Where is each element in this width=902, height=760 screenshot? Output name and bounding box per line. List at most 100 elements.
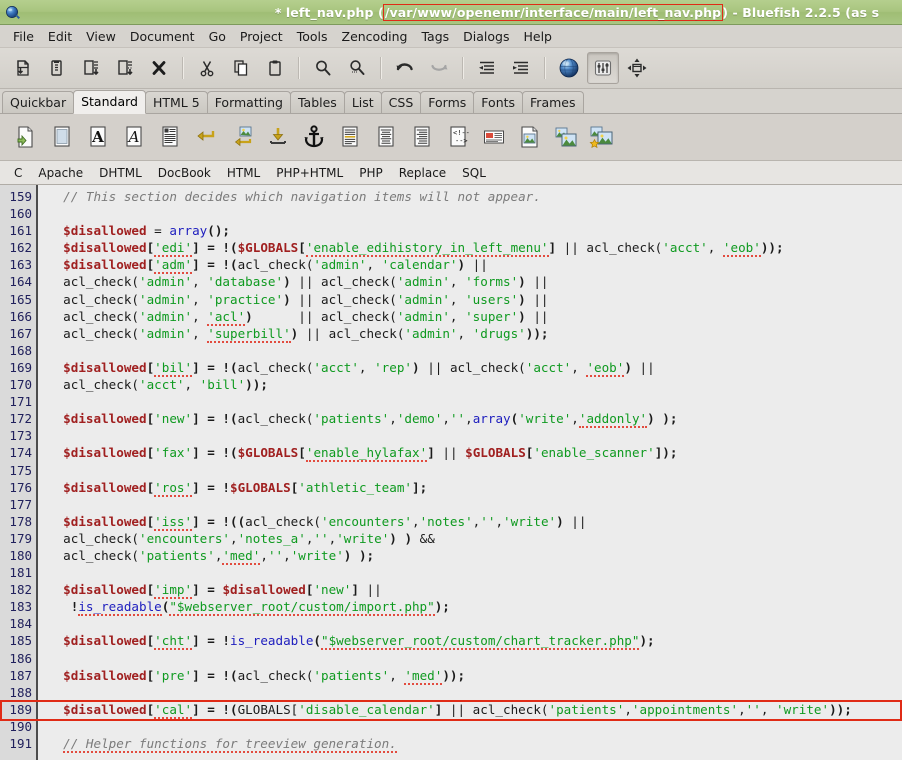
anchor-icon[interactable] xyxy=(297,119,331,155)
quickstart-icon[interactable] xyxy=(9,119,43,155)
code-line[interactable]: $disallowed = array(); xyxy=(48,222,902,239)
new-file-icon[interactable] xyxy=(7,52,39,84)
save-file-icon[interactable] xyxy=(75,52,107,84)
email-icon[interactable] xyxy=(477,119,511,155)
save-as-icon[interactable] xyxy=(109,52,141,84)
code-token: , xyxy=(192,274,208,290)
tab-fonts[interactable]: Fonts xyxy=(473,91,524,113)
menu-zencoding[interactable]: Zencoding xyxy=(335,27,415,46)
code-line[interactable]: acl_check('admin', 'database') || acl_ch… xyxy=(48,273,902,290)
undo-icon[interactable] xyxy=(389,52,421,84)
menu-tools[interactable]: Tools xyxy=(290,27,335,46)
body-icon[interactable] xyxy=(45,119,79,155)
search-icon[interactable] xyxy=(307,52,339,84)
multi-thumbnail-icon[interactable] xyxy=(585,119,619,155)
image-icon[interactable] xyxy=(513,119,547,155)
menu-project[interactable]: Project xyxy=(233,27,290,46)
thumbnail-icon[interactable] xyxy=(549,119,583,155)
code-line[interactable] xyxy=(48,427,902,444)
align-left-icon[interactable] xyxy=(333,119,367,155)
fullscreen-icon[interactable] xyxy=(621,52,653,84)
code-line[interactable]: acl_check('patients','med','','write') )… xyxy=(48,547,902,565)
code-line[interactable]: acl_check('admin', 'practice') || acl_ch… xyxy=(48,291,902,308)
unindent-icon[interactable] xyxy=(471,52,503,84)
tab-formatting[interactable]: Formatting xyxy=(206,91,291,113)
preferences-icon[interactable] xyxy=(587,52,619,84)
break-icon[interactable] xyxy=(189,119,223,155)
code-line[interactable] xyxy=(48,650,902,667)
menu-tags[interactable]: Tags xyxy=(414,27,456,46)
code-line[interactable]: acl_check('admin', 'acl') || acl_check('… xyxy=(48,308,902,326)
filter-sql[interactable]: SQL xyxy=(454,165,494,181)
cut-icon[interactable] xyxy=(191,52,223,84)
code-line[interactable]: acl_check('encounters','notes_a','','wri… xyxy=(48,530,902,547)
italic-icon[interactable]: A xyxy=(117,119,151,155)
tab-list[interactable]: List xyxy=(343,91,382,113)
menu-dialogs[interactable]: Dialogs xyxy=(456,27,516,46)
code-line[interactable]: $disallowed['adm'] = !(acl_check('admin'… xyxy=(48,256,902,275)
code-line[interactable] xyxy=(48,718,902,735)
code-line[interactable] xyxy=(48,496,902,513)
menu-document[interactable]: Document xyxy=(123,27,202,46)
tab-forms[interactable]: Forms xyxy=(420,91,475,113)
search-replace-icon[interactable] xyxy=(341,52,373,84)
code-line[interactable] xyxy=(48,615,902,632)
menu-edit[interactable]: Edit xyxy=(41,27,79,46)
menu-view[interactable]: View xyxy=(79,27,123,46)
code-text-area[interactable]: // This section decides which navigation… xyxy=(38,185,902,760)
code-line[interactable] xyxy=(48,564,902,581)
code-line[interactable]: $disallowed['cht'] = !is_readable("$webs… xyxy=(48,632,902,651)
code-line[interactable]: $disallowed['cal'] = !(GLOBALS['disable_… xyxy=(48,701,902,719)
code-line[interactable]: !is_readable("$webserver_root/custom/imp… xyxy=(48,598,902,617)
tab-frames[interactable]: Frames xyxy=(522,91,584,113)
tab-html5[interactable]: HTML 5 xyxy=(144,91,208,113)
code-line[interactable]: $disallowed['bil'] = !(acl_check('acct',… xyxy=(48,359,902,377)
code-line[interactable] xyxy=(48,462,902,479)
comment-icon[interactable]: <!-- --> xyxy=(441,119,475,155)
code-line[interactable] xyxy=(48,684,902,701)
code-line[interactable]: $disallowed['fax'] = !($GLOBALS['enable_… xyxy=(48,444,902,463)
align-center-icon[interactable] xyxy=(369,119,403,155)
filter-dhtml[interactable]: DHTML xyxy=(91,165,150,181)
code-line[interactable] xyxy=(48,205,902,222)
tab-tables[interactable]: Tables xyxy=(289,91,345,113)
preview-in-browser-icon[interactable] xyxy=(553,52,585,84)
code-line[interactable]: acl_check('admin', 'superbill') || acl_c… xyxy=(48,325,902,343)
paste-icon[interactable] xyxy=(259,52,291,84)
code-editor[interactable]: 159 160 161 162 163 164 165 166 167 168 169 170 171 1… xyxy=(0,185,902,760)
code-line[interactable]: acl_check('acct', 'bill')); xyxy=(48,376,902,393)
redo-icon[interactable] xyxy=(423,52,455,84)
code-line[interactable]: // This section decides which navigation… xyxy=(48,188,902,205)
filter-php[interactable]: PHP xyxy=(351,165,391,181)
filter-apache[interactable]: Apache xyxy=(30,165,91,181)
menu-help[interactable]: Help xyxy=(516,27,559,46)
copy-icon[interactable] xyxy=(225,52,257,84)
code-line[interactable]: $disallowed['imp'] = $disallowed['new'] … xyxy=(48,581,902,600)
code-line[interactable]: $disallowed['new'] = !(acl_check('patien… xyxy=(48,410,902,429)
menu-file[interactable]: File xyxy=(6,27,41,46)
code-line[interactable]: $disallowed['edi'] = !($GLOBALS['enable_… xyxy=(48,239,902,258)
code-line[interactable]: $disallowed['ros'] = !$GLOBALS['athletic… xyxy=(48,479,902,497)
code-line[interactable] xyxy=(48,342,902,359)
menu-go[interactable]: Go xyxy=(202,27,233,46)
non-breaking-space-icon[interactable] xyxy=(261,119,295,155)
tab-standard[interactable]: Standard xyxy=(73,90,146,114)
filter-html[interactable]: HTML xyxy=(219,165,268,181)
bold-icon[interactable]: A xyxy=(81,119,115,155)
filter-replace[interactable]: Replace xyxy=(391,165,454,181)
break-clear-icon[interactable] xyxy=(225,119,259,155)
code-line[interactable]: $disallowed['iss'] = !((acl_check('encou… xyxy=(48,513,902,531)
close-file-icon[interactable] xyxy=(143,52,175,84)
indent-icon[interactable] xyxy=(505,52,537,84)
code-line[interactable] xyxy=(48,393,902,410)
code-line[interactable]: $disallowed['pre'] = !(acl_check('patien… xyxy=(48,667,902,685)
paragraph-icon[interactable] xyxy=(153,119,187,155)
code-line[interactable]: // Helper functions for treeview generat… xyxy=(48,735,902,753)
open-file-icon[interactable] xyxy=(41,52,73,84)
filter-c[interactable]: C xyxy=(6,165,30,181)
align-right-icon[interactable] xyxy=(405,119,439,155)
tab-css[interactable]: CSS xyxy=(380,91,422,113)
tab-quickbar[interactable]: Quickbar xyxy=(2,91,75,113)
filter-docbook[interactable]: DocBook xyxy=(150,165,219,181)
filter-php-html[interactable]: PHP+HTML xyxy=(268,165,351,181)
